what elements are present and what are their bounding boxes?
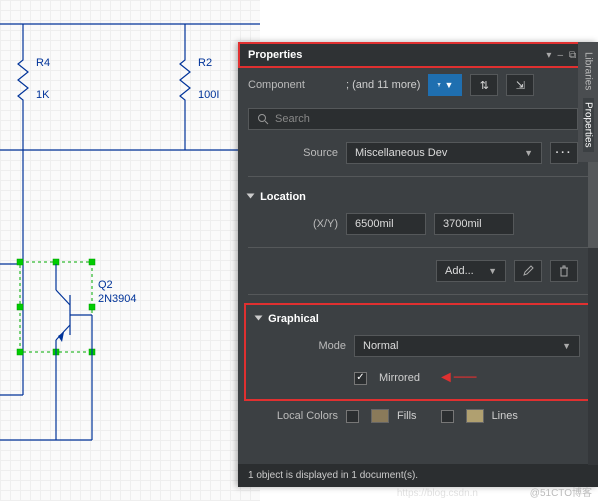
collapse-icon bbox=[247, 194, 255, 199]
graphical-section-header[interactable]: Graphical bbox=[246, 305, 590, 329]
watermark-csdn: https://blog.csdn.n bbox=[397, 488, 478, 499]
source-dropdown[interactable]: Miscellaneous Dev▼ bbox=[346, 142, 542, 164]
search-placeholder: Search bbox=[275, 113, 310, 125]
graphical-highlight: Graphical Mode Normal▼ Mirrored ◄── bbox=[244, 303, 592, 401]
x-input[interactable]: 6500mil bbox=[346, 213, 426, 235]
location-section-header[interactable]: Location bbox=[238, 183, 598, 207]
schematic-canvas[interactable]: R4 1K R2 100I Q2 2N3904 bbox=[0, 0, 260, 501]
mirrored-checkbox[interactable] bbox=[354, 372, 367, 385]
r2-val: 100I bbox=[198, 89, 219, 101]
mode-dropdown[interactable]: Normal▼ bbox=[354, 335, 580, 357]
panel-header: Properties ▾ – ⧉ × bbox=[238, 42, 598, 68]
search-icon bbox=[257, 113, 269, 125]
local-colors-label: Local Colors bbox=[248, 410, 338, 422]
toolbar-button-b[interactable]: ⇲ bbox=[506, 74, 534, 96]
filter-button[interactable]: ▼ bbox=[428, 74, 462, 96]
trash-icon bbox=[558, 265, 570, 277]
properties-panel: Properties ▾ – ⧉ × Component ; (and 11 m… bbox=[238, 42, 598, 487]
fills-checkbox[interactable] bbox=[346, 410, 359, 423]
panel-menu-icon[interactable]: ▾ bbox=[546, 50, 551, 61]
component-label: Component bbox=[248, 79, 338, 91]
mirrored-label: Mirrored bbox=[379, 372, 420, 384]
xy-label: (X/Y) bbox=[248, 218, 338, 230]
source-label: Source bbox=[248, 147, 338, 159]
fills-swatch[interactable] bbox=[371, 409, 389, 423]
source-more-button[interactable]: ··· bbox=[550, 142, 578, 164]
mode-label: Mode bbox=[256, 340, 346, 352]
delete-button[interactable] bbox=[550, 260, 578, 282]
component-suffix: ; (and 11 more) bbox=[346, 79, 420, 91]
annotation-arrow-icon: ◄── bbox=[438, 369, 477, 387]
pencil-icon bbox=[522, 265, 534, 277]
q2-val: 2N3904 bbox=[98, 293, 137, 305]
funnel-icon bbox=[437, 79, 441, 91]
search-input[interactable]: Search bbox=[248, 108, 578, 130]
add-button[interactable]: Add...▼ bbox=[436, 260, 506, 282]
tab-libraries[interactable]: Libraries bbox=[583, 48, 594, 94]
edit-button[interactable] bbox=[514, 260, 542, 282]
lines-swatch[interactable] bbox=[466, 409, 484, 423]
toolbar-button-a[interactable]: ⇅ bbox=[470, 74, 498, 96]
panel-title: Properties bbox=[248, 49, 302, 61]
side-tabs: Libraries Properties bbox=[578, 42, 598, 162]
lines-label: Lines bbox=[492, 410, 518, 422]
r2-ref: R2 bbox=[198, 57, 212, 69]
lines-checkbox[interactable] bbox=[441, 410, 454, 423]
fills-label: Fills bbox=[397, 410, 417, 422]
watermark-51cto: @51CTO博客 bbox=[530, 484, 592, 499]
panel-min-icon[interactable]: – bbox=[557, 50, 563, 61]
y-input[interactable]: 3700mil bbox=[434, 213, 514, 235]
r4-val: 1K bbox=[36, 89, 50, 101]
q2-ref: Q2 bbox=[98, 279, 113, 291]
panel-dock-icon[interactable]: ⧉ bbox=[569, 50, 576, 61]
r4-ref: R4 bbox=[36, 57, 50, 69]
collapse-icon bbox=[255, 316, 263, 321]
tab-properties[interactable]: Properties bbox=[583, 98, 594, 152]
